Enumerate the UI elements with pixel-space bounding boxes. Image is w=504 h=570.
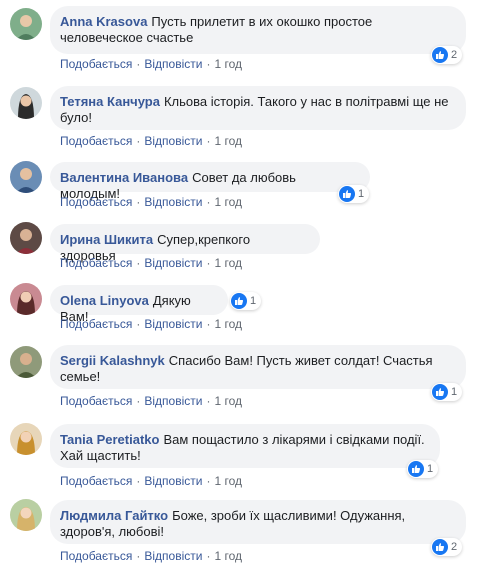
like-count: 2 — [451, 49, 458, 61]
separator: · — [206, 394, 211, 408]
comment-actions: Подобається · Відповісти · 1 год — [60, 474, 242, 488]
thumbs-up-icon — [408, 461, 424, 477]
comment-author[interactable]: Ирина Шикита — [60, 232, 153, 247]
thumbs-up-icon — [339, 186, 355, 202]
separator: · — [206, 549, 211, 563]
thumbs-up-icon — [432, 47, 448, 63]
comment-bubble: Sergii Kalashnyk Спасибо Вам! Пусть живет… — [50, 345, 466, 389]
separator: · — [136, 549, 141, 563]
reply-link[interactable]: Відповісти — [144, 394, 202, 408]
avatar[interactable] — [10, 222, 42, 254]
comment-bubble: Olena Linyova Дякую Вам! — [50, 285, 228, 324]
comment-author[interactable]: Валентина Иванова — [60, 170, 188, 185]
timestamp[interactable]: 1 год — [214, 256, 242, 270]
reply-link[interactable]: Відповісти — [144, 134, 202, 148]
separator: · — [136, 317, 141, 331]
comment-bubble: Валентина Иванова Совет да любовь молодым… — [50, 162, 370, 201]
like-link[interactable]: Подобається — [60, 549, 132, 563]
comment-bubble: Anna Krasova Пусть прилетит в их окошко п… — [50, 6, 466, 54]
like-link[interactable]: Подобається — [60, 256, 132, 270]
like-link[interactable]: Подобається — [60, 474, 132, 488]
reaction-count[interactable]: 2 — [431, 46, 463, 64]
like-link[interactable]: Подобається — [60, 394, 132, 408]
thumbs-up-icon — [432, 539, 448, 555]
timestamp[interactable]: 1 год — [214, 195, 242, 209]
separator: · — [136, 195, 141, 209]
timestamp[interactable]: 1 год — [214, 394, 242, 408]
comment-bubble: Людмила Гайтко Боже, зроби їх щасливими! … — [50, 500, 466, 544]
thumbs-up-icon — [231, 293, 247, 309]
reply-link[interactable]: Відповісти — [144, 549, 202, 563]
separator: · — [136, 256, 141, 270]
timestamp[interactable]: 1 год — [214, 317, 242, 331]
like-count: 1 — [358, 188, 365, 200]
comment-actions: Подобається · Відповісти · 1 год — [60, 317, 242, 331]
separator: · — [136, 474, 141, 488]
avatar[interactable] — [10, 8, 42, 40]
comment-bubble: Тетяна Канчура Кльова історія. Такого у н… — [50, 86, 466, 130]
comment-author[interactable]: Tania Peretiatko — [60, 432, 159, 447]
timestamp[interactable]: 1 год — [214, 474, 242, 488]
separator: · — [206, 195, 211, 209]
like-link[interactable]: Подобається — [60, 57, 132, 71]
comment-bubble: Ирина Шикита Супер,крепкого здоровья — [50, 224, 320, 263]
avatar[interactable] — [10, 87, 42, 119]
like-link[interactable]: Подобається — [60, 134, 132, 148]
comment-actions: Подобається · Відповісти · 1 год — [60, 394, 242, 408]
separator: · — [206, 317, 211, 331]
timestamp[interactable]: 1 год — [214, 134, 242, 148]
comment-actions: Подобається · Відповісти · 1 год — [60, 195, 242, 209]
reaction-count[interactable]: 1 — [407, 460, 439, 478]
comment-actions: Подобається · Відповісти · 1 год — [60, 256, 242, 270]
comment-author[interactable]: Olena Linyova — [60, 293, 149, 308]
avatar[interactable] — [10, 346, 42, 378]
separator: · — [136, 134, 141, 148]
reply-link[interactable]: Відповісти — [144, 57, 202, 71]
comment-author[interactable]: Anna Krasova — [60, 14, 147, 29]
separator: · — [206, 474, 211, 488]
separator: · — [206, 256, 211, 270]
timestamp[interactable]: 1 год — [214, 57, 242, 71]
like-link[interactable]: Подобається — [60, 195, 132, 209]
like-count: 1 — [250, 295, 257, 307]
reaction-count[interactable]: 2 — [431, 538, 463, 556]
avatar[interactable] — [10, 161, 42, 193]
comment-actions: Подобається · Відповісти · 1 год — [60, 549, 242, 563]
separator: · — [136, 57, 141, 71]
comment-author[interactable]: Тетяна Канчура — [60, 94, 160, 109]
thumbs-up-icon — [432, 384, 448, 400]
like-count: 2 — [451, 541, 458, 553]
separator: · — [206, 57, 211, 71]
reply-link[interactable]: Відповісти — [144, 195, 202, 209]
reaction-count[interactable]: 1 — [230, 292, 262, 310]
reply-link[interactable]: Відповісти — [144, 256, 202, 270]
reply-link[interactable]: Відповісти — [144, 474, 202, 488]
timestamp[interactable]: 1 год — [214, 549, 242, 563]
comment-actions: Подобається · Відповісти · 1 год — [60, 134, 242, 148]
like-link[interactable]: Подобається — [60, 317, 132, 331]
avatar[interactable] — [10, 423, 42, 455]
separator: · — [206, 134, 211, 148]
separator: · — [136, 394, 141, 408]
avatar[interactable] — [10, 499, 42, 531]
reaction-count[interactable]: 1 — [431, 383, 463, 401]
reply-link[interactable]: Відповісти — [144, 317, 202, 331]
comment-actions: Подобається · Відповісти · 1 год — [60, 57, 242, 71]
comment-author[interactable]: Sergii Kalashnyk — [60, 353, 165, 368]
comment-author[interactable]: Людмила Гайтко — [60, 508, 168, 523]
comment-bubble: Tania Peretiatko Вам пощастило з лікарями… — [50, 424, 440, 468]
reaction-count[interactable]: 1 — [338, 185, 370, 203]
like-count: 1 — [451, 386, 458, 398]
avatar[interactable] — [10, 283, 42, 315]
like-count: 1 — [427, 463, 434, 475]
